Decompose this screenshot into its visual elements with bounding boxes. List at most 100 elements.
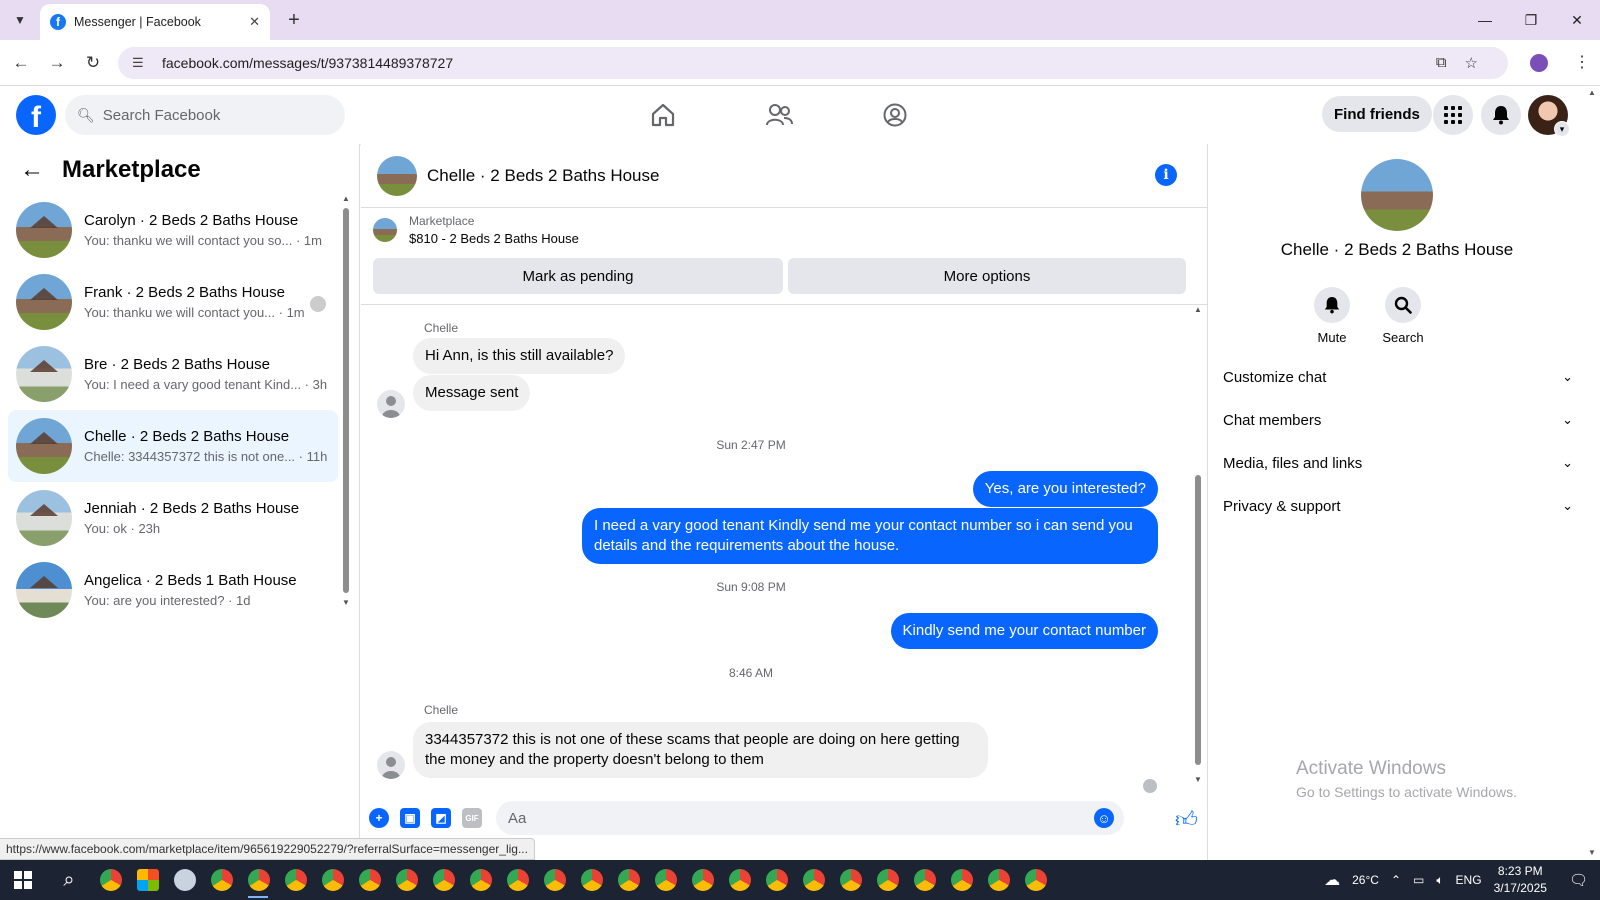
page-scrollbar[interactable]: ▲ ▼ bbox=[1585, 86, 1600, 860]
scrollbar-thumb[interactable] bbox=[343, 208, 349, 593]
chrome-profile-icon[interactable] bbox=[832, 860, 869, 900]
mark-as-pending-button[interactable]: Mark as pending bbox=[373, 258, 783, 294]
more-options-button[interactable]: More options bbox=[788, 258, 1186, 294]
photo-icon[interactable]: ▣ bbox=[400, 808, 420, 828]
privacy-support-section[interactable]: Privacy & support ⌄ bbox=[1223, 486, 1573, 526]
chrome-profile-icon[interactable] bbox=[684, 860, 721, 900]
scroll-down-icon[interactable]: ▼ bbox=[1194, 775, 1202, 784]
search-icon[interactable] bbox=[1385, 287, 1421, 323]
bell-icon[interactable] bbox=[1314, 287, 1350, 323]
clock[interactable]: 8:23 PM 3/17/2025 bbox=[1494, 863, 1547, 897]
sticker-icon[interactable]: ◩ bbox=[431, 808, 451, 828]
conversation-item[interactable]: Jenniah · 2 Beds 2 Baths House You: ok ·… bbox=[8, 482, 338, 554]
chrome-profile-icon[interactable] bbox=[536, 860, 573, 900]
facebook-search[interactable]: 🔍︎ bbox=[65, 95, 345, 135]
taskbar-search-icon[interactable]: ⌕ bbox=[46, 860, 92, 900]
chrome-profile-icon[interactable] bbox=[314, 860, 351, 900]
notifications-bell-icon[interactable] bbox=[1481, 95, 1521, 135]
incoming-message[interactable]: Hi Ann, is this still available? bbox=[413, 338, 626, 374]
search-action[interactable]: Search bbox=[1373, 287, 1433, 345]
sender-avatar[interactable] bbox=[377, 390, 405, 418]
chrome-profile-icon[interactable] bbox=[1017, 860, 1054, 900]
volume-icon[interactable]: 🔈︎ bbox=[1436, 873, 1443, 888]
close-window-icon[interactable]: ✕ bbox=[1554, 0, 1600, 40]
chrome-profile-icon[interactable] bbox=[351, 860, 388, 900]
scroll-down-icon[interactable]: ▼ bbox=[1588, 848, 1596, 857]
store-icon[interactable] bbox=[129, 860, 166, 900]
language-indicator[interactable]: ENG bbox=[1456, 873, 1482, 887]
chrome-profile-icon[interactable] bbox=[499, 860, 536, 900]
chrome-profile-icon[interactable] bbox=[388, 860, 425, 900]
mute-action[interactable]: Mute bbox=[1302, 287, 1362, 345]
menu-grid-icon[interactable] bbox=[1433, 95, 1473, 135]
minimize-icon[interactable]: — bbox=[1462, 0, 1508, 40]
media-files-links-section[interactable]: Media, files and links ⌄ bbox=[1223, 443, 1573, 483]
chrome-profile-icon[interactable] bbox=[573, 860, 610, 900]
chrome-profile-icon[interactable] bbox=[758, 860, 795, 900]
plus-icon[interactable]: + bbox=[369, 808, 389, 828]
chrome-profile-icon[interactable] bbox=[425, 860, 462, 900]
incoming-message[interactable]: Message sent bbox=[413, 375, 531, 411]
details-avatar[interactable] bbox=[1361, 159, 1433, 231]
chrome-profile-icon[interactable] bbox=[462, 860, 499, 900]
conversation-item[interactable]: Frank · 2 Beds 2 Baths House You: thanku… bbox=[8, 266, 338, 338]
back-icon[interactable]: ← bbox=[8, 50, 34, 76]
chrome-profile-icon[interactable] bbox=[943, 860, 980, 900]
scrollbar-thumb[interactable] bbox=[1195, 475, 1201, 765]
emoji-icon[interactable]: ☺ bbox=[1094, 808, 1114, 828]
chrome-profile-icon[interactable] bbox=[647, 860, 684, 900]
thread-scrollbar[interactable]: ▲ ▼ bbox=[1193, 305, 1203, 785]
chevron-up-icon[interactable]: ⌃ bbox=[1391, 873, 1401, 887]
account-avatar[interactable] bbox=[1528, 95, 1570, 137]
facebook-logo-icon[interactable]: f bbox=[16, 95, 56, 135]
scroll-up-icon[interactable]: ▲ bbox=[342, 194, 350, 203]
conversation-item-active[interactable]: Chelle · 2 Beds 2 Baths House Chelle: 33… bbox=[8, 410, 338, 482]
find-friends-button[interactable]: Find friends bbox=[1322, 96, 1432, 132]
outgoing-message[interactable]: I need a vary good tenant Kindly send me… bbox=[582, 508, 1158, 564]
scroll-up-icon[interactable]: ▲ bbox=[1194, 305, 1202, 314]
chrome-profile-icon[interactable] bbox=[980, 860, 1017, 900]
windows-start-icon[interactable] bbox=[0, 860, 46, 900]
chrome-profile-icon[interactable] bbox=[277, 860, 314, 900]
bookmark-star-icon[interactable]: ☆ bbox=[1465, 54, 1478, 72]
url-text[interactable]: facebook.com/messages/t/9373814489378727 bbox=[162, 55, 1436, 71]
chrome-profile-icon[interactable] bbox=[906, 860, 943, 900]
listing-summary[interactable]: Marketplace $810 - 2 Beds 2 Baths House bbox=[373, 214, 579, 246]
browser-menu-icon[interactable]: ⋮ bbox=[1574, 52, 1590, 72]
message-input[interactable] bbox=[508, 809, 1068, 827]
chrome-profile-icon[interactable] bbox=[240, 860, 277, 900]
app-icon[interactable] bbox=[166, 860, 203, 900]
tab-close-icon[interactable]: ✕ bbox=[249, 14, 260, 30]
address-bar[interactable]: ☰ facebook.com/messages/t/93738144893787… bbox=[118, 47, 1508, 79]
back-arrow-icon[interactable]: ← bbox=[20, 156, 44, 184]
info-icon[interactable]: i bbox=[1155, 164, 1177, 186]
gif-icon[interactable]: GIF bbox=[462, 808, 482, 828]
install-app-icon[interactable]: ⧉ bbox=[1436, 54, 1447, 72]
chrome-profile-icon[interactable] bbox=[869, 860, 906, 900]
browser-tab[interactable]: f Messenger | Facebook ✕ bbox=[40, 4, 270, 40]
chat-avatar[interactable] bbox=[377, 155, 417, 196]
incoming-message[interactable]: 3344357372 this is not one of these scam… bbox=[413, 722, 988, 778]
outgoing-message[interactable]: Yes, are you interested? bbox=[972, 471, 1158, 507]
chat-title[interactable]: Chelle · 2 Beds 2 Baths House bbox=[427, 166, 659, 186]
facebook-search-input[interactable] bbox=[102, 106, 323, 124]
restore-icon[interactable]: ❐ bbox=[1508, 0, 1554, 40]
site-info-icon[interactable]: ☰ bbox=[132, 55, 150, 71]
outgoing-message[interactable]: Kindly send me your contact number bbox=[890, 613, 1158, 649]
chrome-profile-icon[interactable] bbox=[721, 860, 758, 900]
weather-icon[interactable]: ☁ bbox=[1324, 870, 1340, 890]
conversation-item[interactable]: Angelica · 2 Beds 1 Bath House You: are … bbox=[8, 554, 338, 626]
chrome-profile-icon[interactable] bbox=[795, 860, 832, 900]
home-icon[interactable] bbox=[648, 100, 678, 130]
new-tab-icon[interactable]: + bbox=[282, 8, 306, 32]
chrome-icon[interactable] bbox=[92, 860, 129, 900]
gaming-icon[interactable] bbox=[880, 100, 910, 130]
conversation-item[interactable]: Carolyn · 2 Beds 2 Baths House You: than… bbox=[8, 194, 338, 266]
chat-members-section[interactable]: Chat members ⌄ bbox=[1223, 400, 1573, 440]
network-icon[interactable]: ▭ bbox=[1413, 873, 1424, 887]
weather-temperature[interactable]: 26°C bbox=[1352, 873, 1379, 887]
tab-search-icon[interactable]: ▼ bbox=[8, 8, 32, 32]
conversation-item[interactable]: Bre · 2 Beds 2 Baths House You: I need a… bbox=[8, 338, 338, 410]
friends-icon[interactable] bbox=[764, 100, 794, 130]
customize-chat-section[interactable]: Customize chat ⌄ bbox=[1223, 357, 1573, 397]
